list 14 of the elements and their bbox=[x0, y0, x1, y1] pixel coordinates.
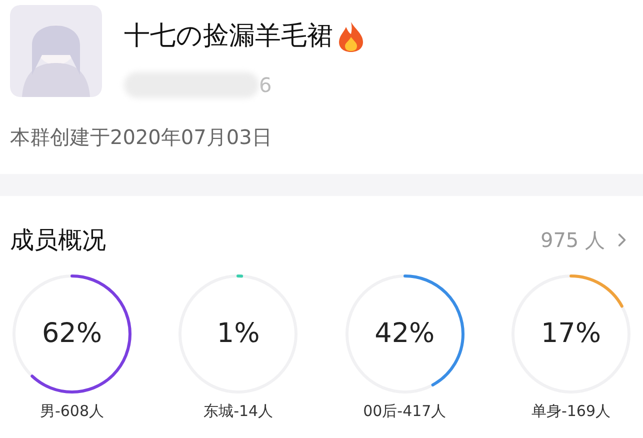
percent-value: 17% bbox=[540, 316, 601, 351]
percent-value: 42% bbox=[374, 316, 435, 351]
percent-value: 62% bbox=[42, 316, 102, 351]
member-count[interactable]: 975 人 bbox=[540, 225, 605, 255]
percent-value: 1% bbox=[216, 316, 260, 351]
fire-icon bbox=[337, 20, 365, 52]
stat-label: 00后-417人 bbox=[363, 401, 446, 422]
stat-label: 单身-169人 bbox=[531, 401, 610, 422]
stat-label: 男-608人 bbox=[40, 401, 104, 422]
created-date: 本群创建于2020年07月03日 bbox=[10, 125, 272, 149]
group-id: 6 bbox=[259, 72, 272, 99]
section-title: 成员概况 bbox=[10, 225, 106, 256]
stat-label: 东城-14人 bbox=[204, 401, 274, 422]
group-name: 十七の捡漏羊毛裙 bbox=[124, 20, 333, 53]
